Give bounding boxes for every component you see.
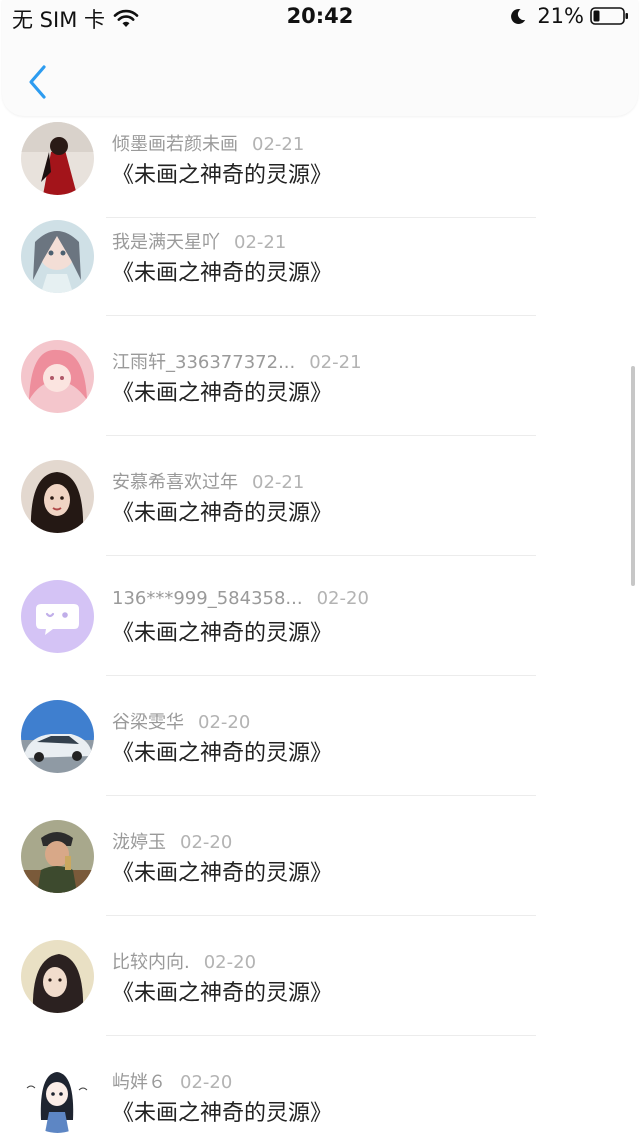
- avatar-chibi-drawing[interactable]: [21, 1060, 94, 1133]
- item-meta: 江雨轩_336377372... 02-21: [112, 348, 362, 374]
- item-title[interactable]: 《未画之神奇的灵源》: [112, 157, 332, 189]
- item-title[interactable]: 《未画之神奇的灵源》: [112, 495, 332, 527]
- battery-icon: [590, 6, 630, 26]
- item-title[interactable]: 《未画之神奇的灵源》: [112, 1095, 332, 1127]
- item-date: 02-20: [316, 588, 369, 609]
- user-name[interactable]: 安慕希喜欢过年: [112, 472, 238, 493]
- item-meta: 泷婷玉 02-20: [112, 828, 232, 854]
- avatar-default-chat[interactable]: [21, 580, 94, 653]
- item-meta: 倾墨画若颜未画 02-21: [112, 130, 304, 156]
- list-item[interactable]: 我是满天星吖 02-21 《未画之神奇的灵源》: [0, 198, 640, 318]
- back-button[interactable]: [22, 62, 52, 102]
- list-item[interactable]: 泷婷玉 02-20 《未画之神奇的灵源》: [0, 798, 640, 918]
- moon-icon: [509, 7, 527, 25]
- screen: 无 SIM 卡 20:42 21% 倾墨画若颜未画 02-21 《未画之神奇的灵…: [0, 0, 640, 1140]
- user-name[interactable]: 136***999_584358...: [112, 588, 303, 609]
- user-name[interactable]: 江雨轩_336377372...: [112, 352, 295, 373]
- item-title[interactable]: 《未画之神奇的灵源》: [112, 255, 332, 287]
- avatar-boy-photo[interactable]: [21, 820, 94, 893]
- divider: [106, 555, 536, 556]
- avatar-red-dress[interactable]: [21, 122, 94, 195]
- chevron-left-icon: [29, 65, 46, 99]
- avatar-woman-photo[interactable]: [21, 940, 94, 1013]
- user-name[interactable]: 我是满天星吖: [112, 232, 220, 253]
- avatar-car[interactable]: [21, 700, 94, 773]
- vertical-scrollbar[interactable]: [631, 366, 635, 586]
- item-date: 02-21: [252, 472, 305, 493]
- item-date: 02-21: [252, 134, 305, 155]
- item-date: 02-21: [234, 232, 287, 253]
- item-title[interactable]: 《未画之神奇的灵源》: [112, 615, 332, 647]
- user-name[interactable]: 比较内向.: [112, 952, 190, 973]
- item-date: 02-21: [309, 352, 362, 373]
- list-item[interactable]: 谷梁雯华 02-20 《未画之神奇的灵源》: [0, 678, 640, 798]
- item-title[interactable]: 《未画之神奇的灵源》: [112, 375, 332, 407]
- item-date: 02-20: [180, 832, 233, 853]
- item-meta: 我是满天星吖 02-21: [112, 228, 286, 254]
- divider: [106, 1035, 536, 1036]
- divider: [106, 435, 536, 436]
- item-meta: 136***999_584358... 02-20: [112, 588, 369, 609]
- item-date: 02-20: [180, 1072, 233, 1093]
- item-meta: 比较内向. 02-20: [112, 948, 256, 974]
- avatar-pink-anime[interactable]: [21, 340, 94, 413]
- divider: [106, 795, 536, 796]
- list-item[interactable]: 屿姅６ 02-20 《未画之神奇的灵源》: [0, 1038, 640, 1140]
- item-title[interactable]: 《未画之神奇的灵源》: [112, 735, 332, 767]
- status-right: 21%: [509, 4, 630, 28]
- user-name[interactable]: 倾墨画若颜未画: [112, 134, 238, 155]
- list-item[interactable]: 安慕希喜欢过年 02-21 《未画之神奇的灵源》: [0, 438, 640, 558]
- item-date: 02-20: [203, 952, 257, 973]
- user-name[interactable]: 泷婷玉: [112, 832, 166, 853]
- item-title[interactable]: 《未画之神奇的灵源》: [112, 975, 332, 1007]
- status-bar: 无 SIM 卡 20:42 21%: [0, 0, 640, 36]
- avatar-girl-photo[interactable]: [21, 460, 94, 533]
- item-meta: 屿姅６ 02-20: [112, 1068, 232, 1094]
- divider: [106, 675, 536, 676]
- avatar-anime-girl[interactable]: [21, 220, 94, 293]
- item-meta: 谷梁雯华 02-20: [112, 708, 250, 734]
- list-item[interactable]: 江雨轩_336377372... 02-21 《未画之神奇的灵源》: [0, 318, 640, 438]
- battery-percent: 21%: [537, 4, 584, 28]
- user-name[interactable]: 谷梁雯华: [112, 712, 184, 733]
- item-meta: 安慕希喜欢过年 02-21: [112, 468, 304, 494]
- divider: [106, 915, 536, 916]
- list-item[interactable]: 136***999_584358... 02-20 《未画之神奇的灵源》: [0, 558, 640, 678]
- divider: [106, 315, 536, 316]
- item-date: 02-20: [198, 712, 251, 733]
- user-name[interactable]: 屿姅６: [112, 1072, 166, 1093]
- list-item[interactable]: 比较内向. 02-20 《未画之神奇的灵源》: [0, 918, 640, 1038]
- item-title[interactable]: 《未画之神奇的灵源》: [112, 855, 332, 887]
